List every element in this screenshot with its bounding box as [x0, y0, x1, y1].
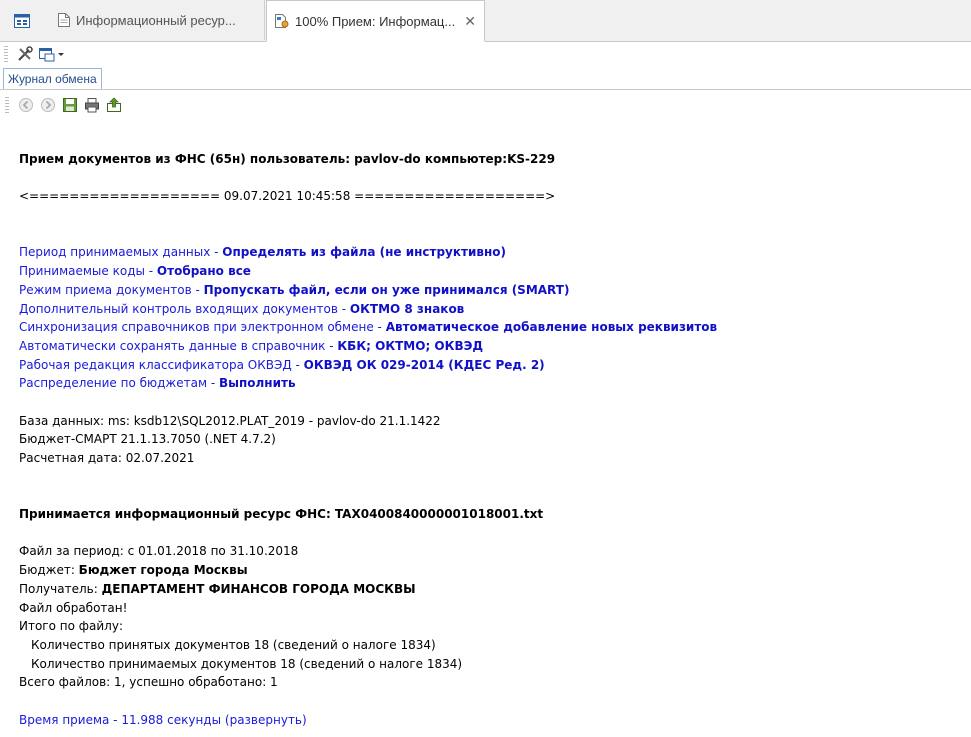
log-toolbar — [0, 94, 125, 116]
budget-row: Бюджет: Бюджет города Москвы — [19, 563, 248, 578]
export-icon[interactable] — [103, 95, 125, 115]
tools-icon[interactable] — [14, 44, 36, 64]
calc-date: Расчетная дата: 02.07.2021 — [19, 451, 195, 465]
tab-information-resource[interactable]: Информационный ресур... — [46, 0, 265, 40]
tab-label: Информационный ресур... — [76, 12, 236, 28]
view-dropdown-icon[interactable] — [36, 44, 66, 64]
window-list-button[interactable] — [0, 0, 44, 41]
receiving-count: Количество принимаемых документов 18 (св… — [31, 656, 463, 671]
save-icon[interactable] — [59, 95, 81, 115]
version-info: Бюджет-СМАРТ 21.1.13.7050 (.NET 4.7.2) — [19, 432, 276, 447]
window-icon — [14, 13, 30, 28]
setting-row[interactable]: Режим приема документов - Пропускать фай… — [19, 281, 959, 300]
print-icon[interactable] — [81, 95, 103, 115]
accepted-count: Количество принятых документов 18 (сведе… — [31, 637, 436, 652]
forward-arrow-icon[interactable] — [37, 95, 59, 115]
file-period: Файл за период: с 01.01.2018 по 31.10.20… — [19, 544, 299, 559]
toolbar-grip[interactable] — [5, 97, 9, 113]
divider — [0, 89, 971, 90]
document-settings-icon — [275, 14, 289, 28]
total-files: Всего файлов: 1, успешно обработано: 1 — [19, 675, 278, 690]
back-arrow-icon[interactable] — [15, 95, 37, 115]
log-separator: <=================== 09.07.2021 10:45:58… — [19, 189, 556, 204]
log-header: Прием документов из ФНС (65н) пользовате… — [19, 152, 556, 166]
receive-time-link[interactable]: Время приема - 11.988 секунды (развернут… — [19, 711, 959, 730]
exchange-log-content: Прием документов из ФНС (65н) пользовате… — [19, 150, 959, 729]
setting-row[interactable]: Дополнительный контроль входящих докумен… — [19, 300, 959, 319]
tab-bar: Информационный ресур... 100% Прием: Инфо… — [0, 0, 971, 42]
database-info: База данных: ms: ksdb12\SQL2012.PLAT_201… — [19, 413, 441, 428]
main-toolbar — [0, 42, 971, 66]
toolbar-grip[interactable] — [4, 46, 8, 62]
file-total: Итого по файлу: — [19, 619, 123, 634]
setting-row[interactable]: Синхронизация справочников при электронн… — [19, 318, 959, 337]
recipient-row: Получатель: ДЕПАРТАМЕНТ ФИНАНСОВ ГОРОДА … — [19, 581, 416, 596]
tab-receive-information[interactable]: 100% Прием: Информац... ✕ — [266, 0, 485, 42]
resource-header: Принимается информационный ресурс ФНС: T… — [19, 507, 544, 522]
tab-exchange-log[interactable]: Журнал обмена — [3, 68, 102, 89]
setting-row[interactable]: Рабочая редакция классификатора ОКВЭД - … — [19, 356, 959, 375]
setting-row[interactable]: Период принимаемых данных - Определять и… — [19, 243, 959, 262]
setting-row[interactable]: Принимаемые коды - Отобрано все — [19, 262, 959, 281]
tab-label: 100% Прием: Информац... — [295, 13, 456, 29]
close-icon[interactable]: ✕ — [464, 13, 476, 30]
processed-status: Файл обработан! — [19, 600, 128, 615]
setting-row[interactable]: Распределение по бюджетам - Выполнить — [19, 374, 959, 393]
setting-row[interactable]: Автоматически сохранять данные в справоч… — [19, 337, 959, 356]
document-icon — [58, 13, 70, 27]
